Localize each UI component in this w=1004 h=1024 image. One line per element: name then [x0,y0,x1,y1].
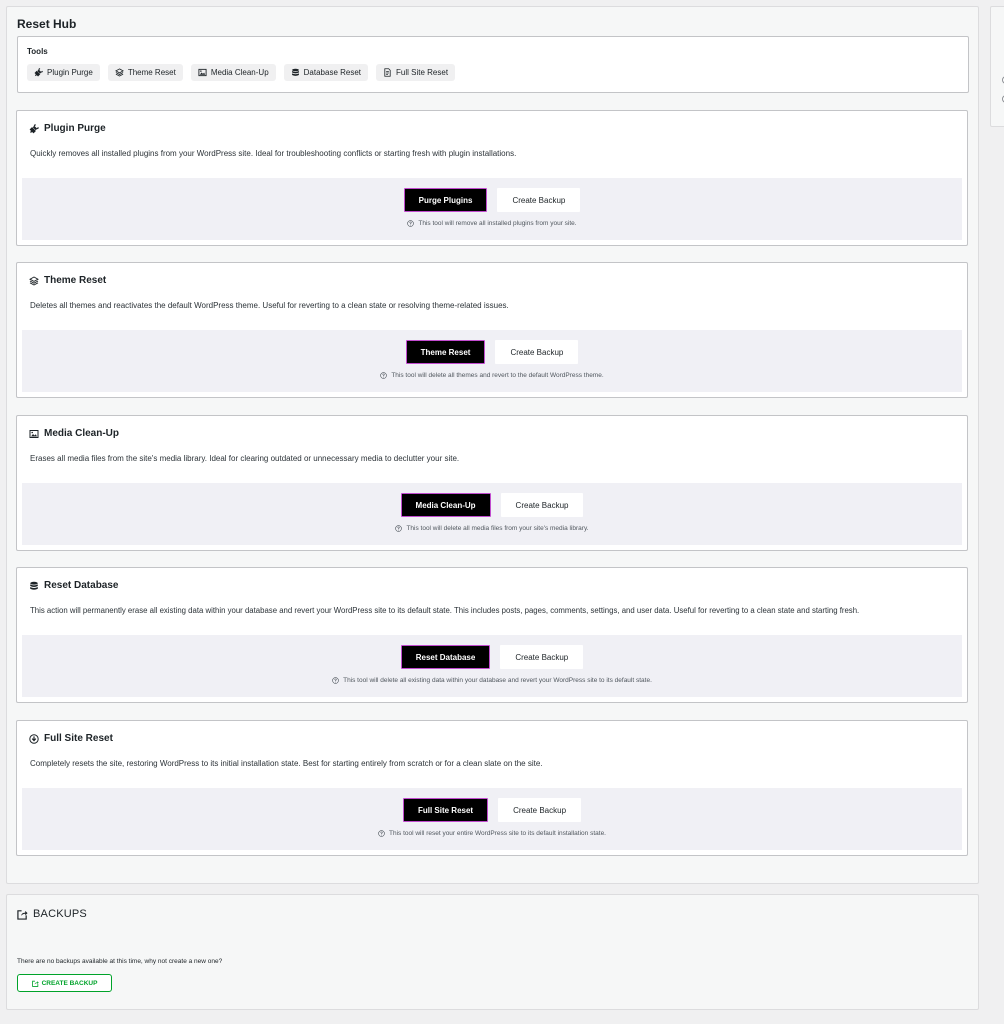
backups-title-text: BACKUPS [33,908,87,920]
tool-label: Theme Reset [127,68,176,77]
side-card [990,6,1004,127]
reset-database-button[interactable]: Reset Database [400,645,491,669]
tool-list: Plugin Purge Theme Reset Media Clean-Up … [27,64,456,81]
button-row: Theme Reset Create Backup [22,340,962,364]
create-backup-button[interactable]: Create Backup [497,188,581,212]
button-row: Full Site Reset Create Backup [22,798,962,822]
help-circle-icon [332,677,339,684]
download-circle-icon [29,733,39,744]
create-backup-button[interactable]: Create Backup [500,645,584,669]
tools-bar: Tools Plugin Purge Theme Reset Media Cle… [17,36,969,93]
tool-label: Plugin Purge [47,68,93,77]
panel-action-area: Purge Plugins Create Backup This tool wi… [22,178,962,240]
panel-note-text: This tool will remove all installed plug… [418,220,577,227]
panel-note: This tool will delete all existing data … [22,677,962,684]
no-backups-message: There are no backups available at this t… [17,958,223,965]
panel-media-clean-up: Media Clean-Up Erases all media files fr… [16,415,968,551]
panel-note-text: This tool will reset your entire WordPre… [388,830,606,837]
tool-theme-reset[interactable]: Theme Reset [107,64,183,81]
help-circle-icon [380,372,388,379]
tools-label: Tools [27,47,48,56]
tool-database-reset[interactable]: Database Reset [283,64,369,81]
panel-reset-database: Reset Database This action will permanen… [16,567,968,703]
layers-icon [29,275,39,286]
backups-title: BACKUPS [17,908,87,920]
panel-note: This tool will delete all media files fr… [22,525,962,532]
panel-title-text: Reset Database [44,580,119,591]
tool-label: Media Clean-Up [210,68,269,77]
page-title: Reset Hub [17,17,77,31]
tool-full-site-reset[interactable]: Full Site Reset [376,64,456,81]
panel-action-area: Full Site Reset Create Backup This tool … [22,788,962,850]
panel-note: This tool will reset your entire WordPre… [22,830,962,837]
button-row: Reset Database Create Backup [22,645,962,669]
panel-title: Theme Reset [29,275,106,286]
create-backup-button[interactable]: Create Backup [495,340,579,364]
create-backup-button[interactable]: Create Backup [500,493,584,517]
help-circle-icon [378,830,385,837]
media-clean-up-button[interactable]: Media Clean-Up [400,493,491,517]
panel-note-text: This tool will delete all media files fr… [406,525,589,532]
panel-description: Quickly removes all installed plugins fr… [30,149,517,158]
panel-note: This tool will remove all installed plug… [22,220,962,227]
panel-title: Plugin Purge [29,123,106,134]
panel-theme-reset: Theme Reset Deletes all themes and react… [16,262,968,398]
image-icon [29,429,39,438]
plug-icon [34,68,43,77]
create-backup-label: CREATE BACKUP [41,979,98,987]
tool-media-clean-up[interactable]: Media Clean-Up [190,64,276,81]
plug-icon [29,123,39,133]
panel-title: Media Clean-Up [29,428,119,439]
tool-plugin-purge[interactable]: Plugin Purge [27,64,100,81]
document-icon [384,68,391,77]
export-icon [17,909,28,920]
panel-title: Full Site Reset [29,733,113,744]
panel-title-text: Theme Reset [44,275,107,286]
theme-reset-button[interactable]: Theme Reset [405,340,486,364]
panel-title-text: Media Clean-Up [44,428,120,439]
purge-plugins-button[interactable]: Purge Plugins [403,188,488,212]
panel-description: Completely resets the site, restoring Wo… [30,759,543,768]
layers-icon [114,68,124,77]
full-site-reset-button[interactable]: Full Site Reset [402,798,489,822]
database-icon [30,581,38,590]
panel-note-text: This tool will delete all themes and rev… [391,372,604,379]
tool-label: Full Site Reset [396,68,449,77]
panel-note-text: This tool will delete all existing data … [343,677,652,684]
panel-action-area: Theme Reset Create Backup This tool will… [22,330,962,392]
panel-title-text: Plugin Purge [44,123,106,134]
panel-action-area: Reset Database Create Backup This tool w… [22,635,962,697]
help-circle-icon [395,525,403,532]
database-icon [291,68,299,76]
help-circle-icon [407,220,415,227]
panel-note: This tool will delete all themes and rev… [22,372,962,379]
panel-full-site-reset: Full Site Reset Completely resets the si… [16,720,968,856]
image-icon [198,68,207,77]
create-backup-button[interactable]: Create Backup [498,798,582,822]
panel-title-text: Full Site Reset [44,733,113,744]
backups-section: BACKUPS There are no backups available a… [6,894,979,1010]
export-icon [31,980,39,987]
button-row: Media Clean-Up Create Backup [22,493,962,517]
create-backup-main-button[interactable]: CREATE BACKUP [17,974,112,992]
panel-description: Deletes all themes and reactivates the d… [30,301,509,310]
button-row: Purge Plugins Create Backup [22,188,962,212]
panel-title: Reset Database [29,580,118,591]
panel-description: Erases all media files from the site's m… [30,454,460,463]
panel-plugin-purge: Plugin Purge Quickly removes all install… [16,110,968,246]
panel-action-area: Media Clean-Up Create Backup This tool w… [22,483,962,545]
panel-description: This action will permanently erase all e… [30,606,860,615]
tool-label: Database Reset [303,68,362,77]
